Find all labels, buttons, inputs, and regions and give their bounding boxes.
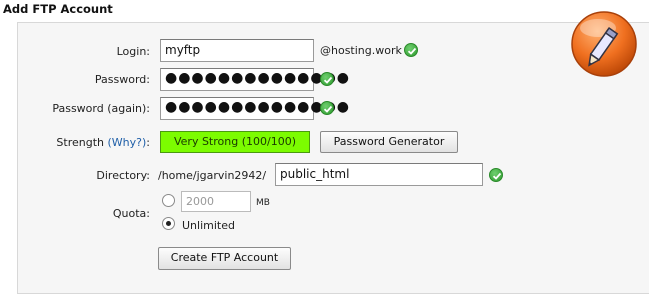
quota-unlimited-label: Unlimited	[182, 219, 235, 232]
strength-colon: :	[146, 136, 150, 149]
quota-limit-radio[interactable]	[162, 194, 175, 207]
strength-label: Strength (Why?):	[0, 136, 150, 149]
ftp-form-panel	[17, 22, 649, 294]
quota-input[interactable]: 2000	[181, 191, 251, 212]
create-ftp-account-button[interactable]: Create FTP Account	[158, 247, 291, 270]
directory-input[interactable]: public_html	[275, 163, 483, 186]
login-check-icon	[404, 43, 418, 57]
strength-meter: Very Strong (100/100)	[160, 131, 310, 153]
pencil-icon	[570, 10, 638, 81]
password-label: Password:	[94, 73, 150, 86]
domain-suffix: @hosting.work	[320, 44, 402, 57]
password-generator-button[interactable]: Password Generator	[320, 131, 458, 153]
page-title: Add FTP Account	[3, 2, 113, 16]
login-input[interactable]: myftp	[160, 39, 314, 62]
directory-check-icon	[489, 168, 503, 182]
password-input[interactable]: ●●●●●●●●●●●●●●	[160, 68, 349, 91]
quota-unit: MB	[256, 198, 270, 208]
why-link[interactable]: (Why?)	[108, 136, 147, 149]
directory-label: Directory:	[96, 169, 150, 182]
login-label: Login:	[116, 45, 150, 58]
strength-label-text: Strength	[56, 136, 104, 149]
password-again-check-icon	[320, 101, 334, 115]
password-check-icon	[320, 72, 334, 86]
password-again-input[interactable]: ●●●●●●●●●●●●●●	[160, 97, 349, 120]
quota-label: Quota:	[112, 207, 150, 220]
quota-unlimited-radio[interactable]	[162, 217, 175, 230]
directory-prefix: /home/jgarvin2942/	[158, 169, 267, 182]
password-again-label: Password (again):	[52, 102, 150, 115]
